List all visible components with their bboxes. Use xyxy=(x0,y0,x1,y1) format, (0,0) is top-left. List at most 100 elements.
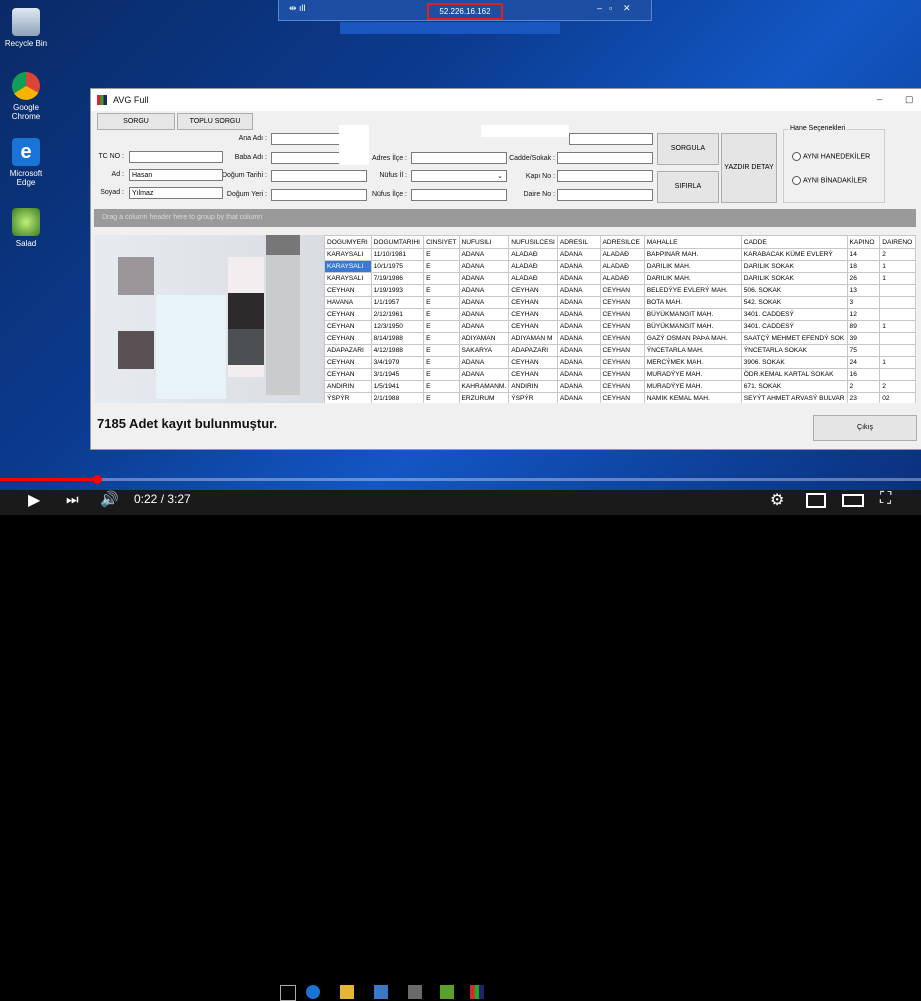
table-cell[interactable]: ADANA xyxy=(458,296,510,309)
table-row[interactable]: CEYHAN 3/4/1979 E ADANA CEYHAN ADANA CEYHAN MER… xyxy=(324,356,916,369)
table-cell[interactable]: CEYHAN xyxy=(324,284,372,297)
pin-icon[interactable]: ⇹ ıll xyxy=(289,3,306,14)
table-cell[interactable]: DARILIK SOKAK xyxy=(740,272,848,285)
table-cell[interactable]: ALADAÐ xyxy=(508,260,558,273)
next-icon[interactable]: ⏭ xyxy=(66,491,79,508)
minimize-icon[interactable]: – xyxy=(597,3,602,13)
tab-sorgu[interactable]: SORGU xyxy=(97,113,175,130)
close-icon[interactable]: ✕ xyxy=(623,3,631,14)
table-cell[interactable]: 3/1/1945 xyxy=(370,368,425,381)
results-table[interactable]: DOGUMYERI DOGUMTARIHI CINSIYET NUFUSILI NUFU… xyxy=(324,235,916,403)
maximize-icon[interactable]: ▢ xyxy=(905,94,914,105)
edge-icon[interactable] xyxy=(306,985,320,999)
nufus-il-select[interactable]: ⌄ xyxy=(411,170,507,182)
table-cell[interactable]: CEYHAN xyxy=(324,332,372,345)
table-cell[interactable]: CEYHAN xyxy=(508,296,558,309)
table-cell[interactable]: 1/1/1957 xyxy=(370,296,425,309)
table-cell[interactable]: BÜYÜKMANGIT MAH. xyxy=(643,320,742,333)
table-cell[interactable]: BOTA MAH. xyxy=(643,296,742,309)
exit-button[interactable]: Çıkış xyxy=(813,415,917,441)
table-cell[interactable]: ÝSPÝR xyxy=(324,392,372,403)
table-cell[interactable]: CEYHAN xyxy=(599,368,645,381)
table-cell[interactable]: E xyxy=(423,284,460,297)
table-cell[interactable]: BAÞPINAR MAH. xyxy=(643,248,742,261)
desktop-icon-salad[interactable]: Salad xyxy=(4,208,48,248)
table-cell[interactable]: E xyxy=(423,332,460,345)
table-cell[interactable]: CEYHAN xyxy=(599,392,645,403)
table-row[interactable]: CEYHAN 1/19/1993 E ADANA CEYHAN ADANA CEYHAN BE… xyxy=(324,284,916,297)
table-cell[interactable]: E xyxy=(423,248,460,261)
table-cell[interactable]: ADANA xyxy=(556,320,601,333)
table-cell[interactable]: 10/1/1975 xyxy=(370,260,425,273)
table-cell[interactable]: ALADAÐ xyxy=(599,248,645,261)
table-cell[interactable]: MURADÝYE MAH. xyxy=(643,368,742,381)
table-cell[interactable]: DARILIK MAH. xyxy=(643,260,742,273)
table-cell[interactable]: 2/1/1988 xyxy=(370,392,425,403)
sorgula-button[interactable]: SORGULA xyxy=(657,133,719,165)
table-row[interactable]: ÝSPÝR 2/1/1988 E ERZURUM ÝSPÝR ADANA CEYHAN NAM… xyxy=(324,392,916,403)
yazdir-detay-button[interactable]: YAZDIR DETAY xyxy=(721,133,777,203)
table-cell[interactable]: CEYHAN xyxy=(599,320,645,333)
table-cell[interactable]: 11/10/1981 xyxy=(370,248,425,261)
desktop-icon-chrome[interactable]: Google Chrome xyxy=(4,72,48,121)
column-header[interactable]: NUFUSILI xyxy=(458,235,510,249)
table-cell[interactable]: 7/19/1986 xyxy=(370,272,425,285)
table-cell[interactable]: ADANA xyxy=(556,248,601,261)
table-cell[interactable]: CEYHAN xyxy=(324,368,372,381)
dogum-yeri-field[interactable] xyxy=(271,189,367,201)
table-cell[interactable]: MERCÝMEK MAH. xyxy=(643,356,742,369)
table-cell[interactable]: ALADAÐ xyxy=(599,272,645,285)
column-header[interactable]: ADRESILCE xyxy=(599,235,645,249)
table-cell[interactable]: ADANA xyxy=(458,320,510,333)
table-cell[interactable]: 39 xyxy=(846,332,881,345)
table-cell[interactable]: KARAYSALI xyxy=(324,272,372,285)
volume-icon[interactable]: 🔊 xyxy=(100,490,119,508)
table-cell[interactable]: CEYHAN xyxy=(508,356,558,369)
table-cell[interactable]: ADANA xyxy=(556,392,601,403)
table-cell[interactable]: ADANA xyxy=(556,356,601,369)
table-cell[interactable] xyxy=(879,332,916,345)
table-cell[interactable]: 671. SOKAK xyxy=(740,380,848,393)
table-cell[interactable]: ALADAÐ xyxy=(508,272,558,285)
table-cell[interactable]: CEYHAN xyxy=(508,284,558,297)
ayni-binadakiler-radio[interactable]: AYNI BİNADAKİLER xyxy=(792,176,867,185)
table-row[interactable]: HAVANA 1/1/1957 E ADANA CEYHAN ADANA CEYHAN BOT… xyxy=(324,296,916,309)
table-cell[interactable]: 3401. CADDESÝ xyxy=(740,320,848,333)
task-view-icon[interactable] xyxy=(280,985,296,1001)
table-cell[interactable]: 1/5/1941 xyxy=(370,380,425,393)
table-cell[interactable]: E xyxy=(423,380,460,393)
table-cell[interactable]: ALADAÐ xyxy=(599,260,645,273)
table-row[interactable]: KARAYSALI 7/19/1986 E ADANA ALADAÐ ADANA ALADA… xyxy=(324,272,916,285)
table-cell[interactable] xyxy=(879,284,916,297)
video-scrubber-knob[interactable] xyxy=(92,475,102,484)
table-cell[interactable]: ADANA xyxy=(458,368,510,381)
column-header[interactable]: ADRESIL xyxy=(556,235,601,249)
remote-desktop-bar[interactable]: ⇹ ıll 52.226.16.162 – ▫ ✕ xyxy=(278,0,652,21)
table-cell[interactable]: ADANA xyxy=(556,368,601,381)
table-cell[interactable]: KAHRAMANM. xyxy=(458,380,510,393)
store-icon[interactable] xyxy=(374,985,388,999)
table-cell[interactable]: CEYHAN xyxy=(324,320,372,333)
table-cell[interactable]: 12 xyxy=(846,308,881,321)
dogum-tarihi-field[interactable] xyxy=(271,170,367,182)
table-cell[interactable]: 13 xyxy=(846,284,881,297)
column-header[interactable]: KAPINO xyxy=(846,235,881,249)
table-row[interactable]: KARAYSALI 10/1/1975 E ADANA ALADAÐ ADANA ALADA… xyxy=(324,260,916,273)
table-cell[interactable]: ÝNCETARLA MAH. xyxy=(643,344,742,357)
nufus-ilce-field[interactable] xyxy=(411,189,507,201)
table-row[interactable]: CEYHAN 2/12/1961 E ADANA CEYHAN ADANA CEYHAN BÜ… xyxy=(324,308,916,321)
table-cell[interactable]: HAVANA xyxy=(324,296,372,309)
adres-ilce-field[interactable] xyxy=(411,152,507,164)
table-cell[interactable] xyxy=(879,344,916,357)
table-cell[interactable]: 3 xyxy=(846,296,881,309)
minimize-icon[interactable]: – xyxy=(877,94,882,104)
table-cell[interactable]: MURADÝYE MAH. xyxy=(643,380,742,393)
table-row[interactable]: ANDIRIN 1/5/1941 E KAHRAMANM. ANDIRIN ADANA CE… xyxy=(324,380,916,393)
column-header[interactable]: CINSIYET xyxy=(423,235,460,249)
table-cell[interactable]: ÖDR.KEMAL KARTAL SOKAK xyxy=(740,368,848,381)
table-cell[interactable]: E xyxy=(423,344,460,357)
table-cell[interactable]: 16 xyxy=(846,368,881,381)
table-cell[interactable]: E xyxy=(423,320,460,333)
table-cell[interactable]: ÝSPÝR xyxy=(508,392,558,403)
table-cell[interactable] xyxy=(879,368,916,381)
